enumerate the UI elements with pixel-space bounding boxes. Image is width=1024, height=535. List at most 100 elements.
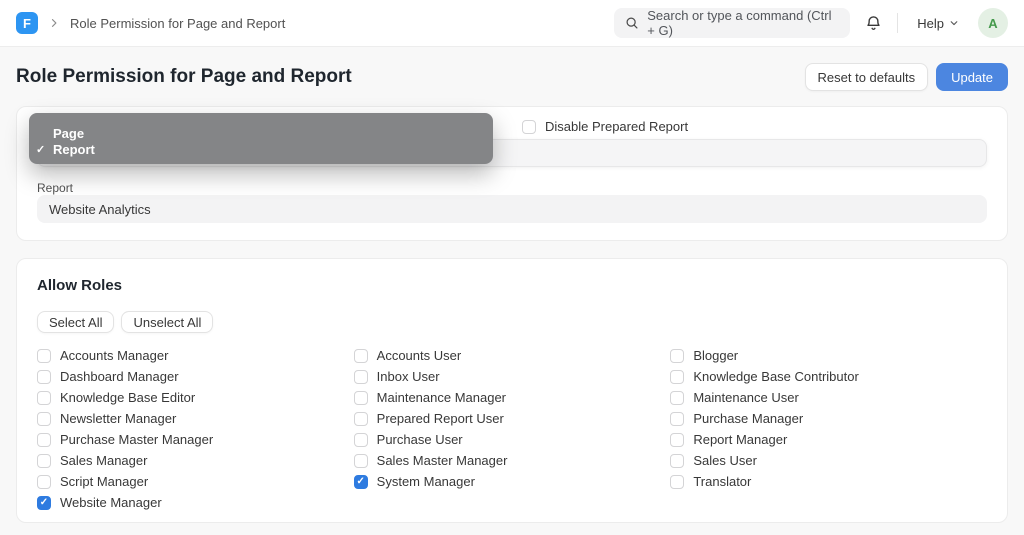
avatar-letter: A: [988, 16, 997, 31]
checkbox-icon[interactable]: [37, 370, 51, 384]
checkbox-icon[interactable]: [670, 433, 684, 447]
checkbox-icon[interactable]: [37, 349, 51, 363]
role-checkbox-item[interactable]: Newsletter Manager: [37, 408, 354, 429]
disable-prepared-report-row[interactable]: Disable Prepared Report: [522, 119, 688, 134]
app-logo[interactable]: F: [16, 12, 38, 34]
type-dropdown-menu: Page✓Report: [29, 113, 493, 164]
role-checkbox-item[interactable]: Sales User: [670, 450, 987, 471]
role-label: Purchase Manager: [693, 411, 803, 426]
role-label: Accounts Manager: [60, 348, 168, 363]
checkbox-checked-icon[interactable]: ✓: [37, 496, 51, 510]
checkbox-icon[interactable]: [37, 475, 51, 489]
report-input-value: Website Analytics: [49, 202, 151, 217]
filters-card: Page✓Report Disable Prepared Report Repo…: [16, 106, 1008, 241]
chevron-right-icon: [48, 17, 60, 29]
role-checkbox-item[interactable]: Report Manager: [670, 429, 987, 450]
checkbox-icon[interactable]: [670, 412, 684, 426]
role-checkbox-item[interactable]: Accounts Manager: [37, 345, 354, 366]
checkbox-icon[interactable]: [670, 349, 684, 363]
role-label: Knowledge Base Contributor: [693, 369, 859, 384]
role-checkbox-item[interactable]: Sales Manager: [37, 450, 354, 471]
role-checkbox-item[interactable]: ✓ System Manager: [354, 471, 671, 492]
role-label: Purchase Master Manager: [60, 432, 213, 447]
role-checkbox-item[interactable]: Maintenance Manager: [354, 387, 671, 408]
role-checkbox-item[interactable]: Blogger: [670, 345, 987, 366]
role-label: Translator: [693, 474, 751, 489]
avatar[interactable]: A: [978, 8, 1008, 38]
role-checkbox-item[interactable]: Translator: [670, 471, 987, 492]
navbar: F Role Permission for Page and Report Se…: [0, 0, 1024, 47]
role-label: Sales User: [693, 453, 757, 468]
role-checkbox-item[interactable]: Purchase Manager: [670, 408, 987, 429]
role-checkbox-item[interactable]: Inbox User: [354, 366, 671, 387]
role-label: System Manager: [377, 474, 475, 489]
checkbox-icon[interactable]: [522, 120, 536, 134]
role-label: Dashboard Manager: [60, 369, 179, 384]
help-menu-button[interactable]: Help: [911, 15, 965, 32]
role-checkbox-item[interactable]: Maintenance User: [670, 387, 987, 408]
role-label: Newsletter Manager: [60, 411, 176, 426]
select-all-button[interactable]: Select All: [37, 311, 114, 333]
page-header: Role Permission for Page and Report Rese…: [0, 47, 1024, 106]
role-label: Maintenance User: [693, 390, 799, 405]
role-label: Blogger: [693, 348, 738, 363]
role-label: Sales Master Manager: [377, 453, 508, 468]
help-label: Help: [917, 16, 944, 31]
bell-icon: [865, 15, 882, 32]
search-icon: [625, 16, 639, 30]
role-checkbox-item[interactable]: Accounts User: [354, 345, 671, 366]
role-checkbox-item[interactable]: Script Manager: [37, 471, 354, 492]
role-label: Prepared Report User: [377, 411, 504, 426]
role-label: Maintenance Manager: [377, 390, 506, 405]
notifications-button[interactable]: [863, 13, 884, 34]
dropdown-option[interactable]: ✓Report: [29, 141, 493, 157]
role-checkbox-item[interactable]: Sales Master Manager: [354, 450, 671, 471]
role-checkbox-item[interactable]: Purchase Master Manager: [37, 429, 354, 450]
checkbox-icon[interactable]: [354, 370, 368, 384]
checkbox-icon[interactable]: [354, 412, 368, 426]
checkbox-icon[interactable]: [354, 391, 368, 405]
unselect-all-button[interactable]: Unselect All: [121, 311, 213, 333]
checkbox-icon[interactable]: [670, 370, 684, 384]
allow-roles-card: Allow Roles Select All Unselect All Acco…: [16, 258, 1008, 523]
navbar-actions: Search or type a command (Ctrl + G) Help…: [614, 8, 1008, 38]
header-actions: Reset to defaults Update: [805, 63, 1008, 91]
checkbox-icon[interactable]: [37, 391, 51, 405]
checkbox-icon[interactable]: [354, 349, 368, 363]
role-checkbox-item[interactable]: Knowledge Base Contributor: [670, 366, 987, 387]
reset-to-defaults-button[interactable]: Reset to defaults: [805, 63, 929, 91]
divider: [897, 13, 898, 33]
role-checkbox-item[interactable]: Prepared Report User: [354, 408, 671, 429]
checkbox-icon[interactable]: [37, 433, 51, 447]
checkbox-icon[interactable]: [670, 475, 684, 489]
checkbox-icon[interactable]: [670, 391, 684, 405]
role-checkbox-item[interactable]: Dashboard Manager: [37, 366, 354, 387]
role-label: Accounts User: [377, 348, 462, 363]
role-label: Website Manager: [60, 495, 162, 510]
role-label: Report Manager: [693, 432, 787, 447]
disable-prepared-report-label: Disable Prepared Report: [545, 119, 688, 134]
role-checkbox-item[interactable]: ✓ Website Manager: [37, 492, 354, 513]
dropdown-option-label: Page: [53, 126, 84, 141]
role-checkbox-item[interactable]: Knowledge Base Editor: [37, 387, 354, 408]
role-checkbox-item[interactable]: Purchase User: [354, 429, 671, 450]
update-button[interactable]: Update: [936, 63, 1008, 91]
role-label: Purchase User: [377, 432, 463, 447]
checkbox-icon[interactable]: [354, 454, 368, 468]
checkbox-checked-icon[interactable]: ✓: [354, 475, 368, 489]
chevron-down-icon: [949, 18, 959, 28]
checkbox-icon[interactable]: [37, 412, 51, 426]
checkbox-icon[interactable]: [354, 433, 368, 447]
role-label: Script Manager: [60, 474, 148, 489]
report-input[interactable]: Website Analytics: [37, 195, 987, 223]
dropdown-option[interactable]: Page: [29, 125, 493, 141]
checkbox-icon[interactable]: [37, 454, 51, 468]
checkbox-icon[interactable]: [670, 454, 684, 468]
page-title: Role Permission for Page and Report: [16, 66, 352, 88]
breadcrumb-item[interactable]: Role Permission for Page and Report: [70, 16, 285, 31]
allow-roles-title: Allow Roles: [37, 277, 987, 294]
logo-letter: F: [23, 16, 31, 31]
report-field-label: Report: [37, 181, 73, 195]
search-input[interactable]: Search or type a command (Ctrl + G): [614, 8, 850, 38]
roles-grid: Accounts Manager Accounts User Blogger Dash…: [37, 345, 987, 513]
